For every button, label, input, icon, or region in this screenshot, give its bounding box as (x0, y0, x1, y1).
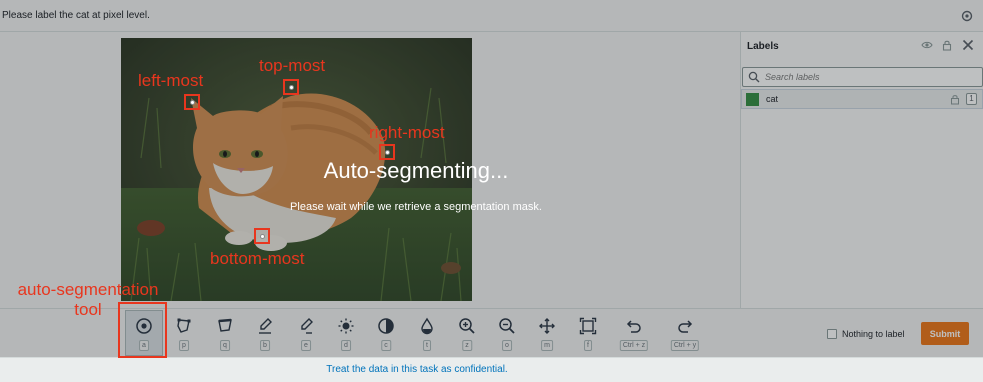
annotation-top-most: top-most (259, 56, 326, 75)
annotation-left-most: left-most (138, 71, 204, 90)
auto-segmenting-subtitle: Please wait while we retrieve a segmenta… (290, 201, 542, 213)
auto-segmentation-tool-highlight (118, 302, 167, 358)
labeling-app: Please label the cat at pixel level. Lab… (0, 0, 983, 382)
bottom-most-point-marker (254, 228, 270, 244)
annotation-bottom-most: bottom-most (210, 249, 305, 268)
auto-segmenting-title: Auto-segmenting... (323, 158, 509, 183)
top-most-point-marker (283, 79, 299, 95)
footer-bar: Treat the data in this task as confident… (0, 357, 983, 382)
annotation-tool-line1: auto-segmentation (17, 280, 159, 299)
left-most-point-marker (184, 94, 200, 110)
annotation-right-most: right-most (369, 123, 445, 142)
confidential-notice: Treat the data in this task as confident… (326, 364, 508, 375)
right-most-point-marker (379, 144, 395, 160)
